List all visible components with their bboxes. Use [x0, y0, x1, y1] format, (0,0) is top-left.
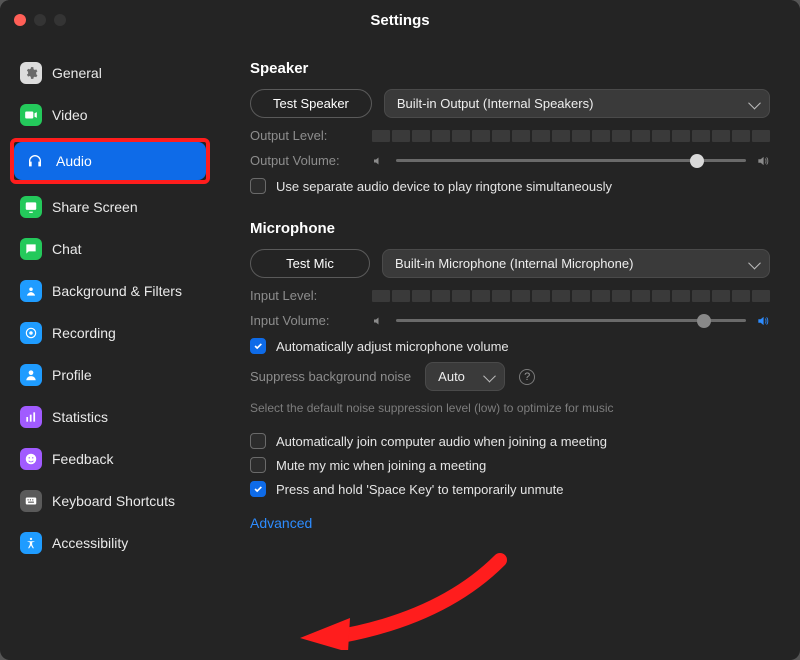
volume-high-icon	[756, 154, 770, 168]
sidebar-item-recording[interactable]: Recording	[10, 314, 210, 352]
auto-adjust-mic-checkbox[interactable]	[250, 338, 266, 354]
profile-icon	[20, 364, 42, 386]
sidebar-item-label: Profile	[52, 367, 92, 383]
sidebar-item-general[interactable]: General	[10, 54, 210, 92]
keyboard-icon	[20, 490, 42, 512]
window-title: Settings	[0, 12, 800, 29]
sidebar-item-label: Accessibility	[52, 535, 128, 551]
sidebar-item-label: Feedback	[52, 451, 113, 467]
sidebar-item-label: Video	[52, 107, 88, 123]
test-speaker-button[interactable]: Test Speaker	[250, 89, 372, 118]
accessibility-icon	[20, 532, 42, 554]
slider-thumb[interactable]	[697, 314, 711, 328]
separate-ringtone-checkbox[interactable]	[250, 178, 266, 194]
content-panel: Speaker Test Speaker Built-in Output (In…	[220, 40, 800, 660]
sidebar-item-audio[interactable]: Audio	[14, 142, 206, 180]
speaker-device-value: Built-in Output (Internal Speakers)	[397, 96, 594, 111]
output-level-label: Output Level:	[250, 128, 360, 143]
highlight-audio: Audio	[10, 138, 210, 184]
suppress-noise-select[interactable]: Auto	[425, 362, 505, 391]
speaker-heading: Speaker	[250, 60, 770, 77]
input-volume-label: Input Volume:	[250, 313, 360, 328]
sidebar-item-label: Share Screen	[52, 199, 138, 215]
sidebar-item-feedback[interactable]: Feedback	[10, 440, 210, 478]
output-volume-label: Output Volume:	[250, 153, 360, 168]
output-volume-slider[interactable]	[396, 159, 746, 162]
space-unmute-label: Press and hold 'Space Key' to temporaril…	[276, 482, 564, 497]
headphones-icon	[24, 150, 46, 172]
speaker-device-select[interactable]: Built-in Output (Internal Speakers)	[384, 89, 770, 118]
suppress-noise-label: Suppress background noise	[250, 369, 411, 384]
advanced-link[interactable]: Advanced	[250, 515, 312, 531]
settings-window: Settings General Video	[0, 0, 800, 660]
sidebar-item-label: Recording	[52, 325, 116, 341]
sidebar-item-share-screen[interactable]: Share Screen	[10, 188, 210, 226]
sidebar: General Video Audio	[0, 40, 220, 660]
sidebar-item-video[interactable]: Video	[10, 96, 210, 134]
sidebar-item-label: Statistics	[52, 409, 108, 425]
annotation-arrow	[300, 540, 520, 650]
mute-on-join-checkbox[interactable]	[250, 457, 266, 473]
suppress-hint: Select the default noise suppression lev…	[250, 401, 770, 415]
mute-on-join-label: Mute my mic when joining a meeting	[276, 458, 486, 473]
input-level-meter	[372, 290, 770, 302]
gear-icon	[20, 62, 42, 84]
maximize-button[interactable]	[54, 14, 66, 26]
background-icon	[20, 280, 42, 302]
output-level-meter	[372, 130, 770, 142]
feedback-icon	[20, 448, 42, 470]
mic-device-select[interactable]: Built-in Microphone (Internal Microphone…	[382, 249, 770, 278]
auto-join-audio-label: Automatically join computer audio when j…	[276, 434, 607, 449]
mic-device-value: Built-in Microphone (Internal Microphone…	[395, 256, 633, 271]
share-screen-icon	[20, 196, 42, 218]
sidebar-item-accessibility[interactable]: Accessibility	[10, 524, 210, 562]
sidebar-item-chat[interactable]: Chat	[10, 230, 210, 268]
recording-icon	[20, 322, 42, 344]
sidebar-item-background-filters[interactable]: Background & Filters	[10, 272, 210, 310]
window-controls	[14, 14, 66, 26]
close-button[interactable]	[14, 14, 26, 26]
sidebar-item-keyboard-shortcuts[interactable]: Keyboard Shortcuts	[10, 482, 210, 520]
auto-adjust-mic-label: Automatically adjust microphone volume	[276, 339, 509, 354]
sidebar-item-label: Audio	[56, 153, 92, 169]
auto-join-audio-checkbox[interactable]	[250, 433, 266, 449]
video-icon	[20, 104, 42, 126]
sidebar-item-statistics[interactable]: Statistics	[10, 398, 210, 436]
input-level-label: Input Level:	[250, 288, 360, 303]
sidebar-item-label: Keyboard Shortcuts	[52, 493, 175, 509]
help-icon[interactable]: ?	[519, 369, 535, 385]
suppress-noise-value: Auto	[438, 369, 465, 384]
sidebar-item-profile[interactable]: Profile	[10, 356, 210, 394]
sidebar-item-label: Background & Filters	[52, 283, 182, 299]
microphone-heading: Microphone	[250, 220, 770, 237]
test-mic-button[interactable]: Test Mic	[250, 249, 370, 278]
chat-icon	[20, 238, 42, 260]
separate-ringtone-label: Use separate audio device to play ringto…	[276, 179, 612, 194]
volume-high-icon	[756, 314, 770, 328]
slider-thumb[interactable]	[690, 154, 704, 168]
sidebar-item-label: General	[52, 65, 102, 81]
titlebar: Settings	[0, 0, 800, 40]
statistics-icon	[20, 406, 42, 428]
space-unmute-checkbox[interactable]	[250, 481, 266, 497]
input-volume-slider[interactable]	[396, 319, 746, 322]
volume-low-icon	[372, 315, 386, 327]
minimize-button[interactable]	[34, 14, 46, 26]
volume-low-icon	[372, 155, 386, 167]
sidebar-item-label: Chat	[52, 241, 82, 257]
